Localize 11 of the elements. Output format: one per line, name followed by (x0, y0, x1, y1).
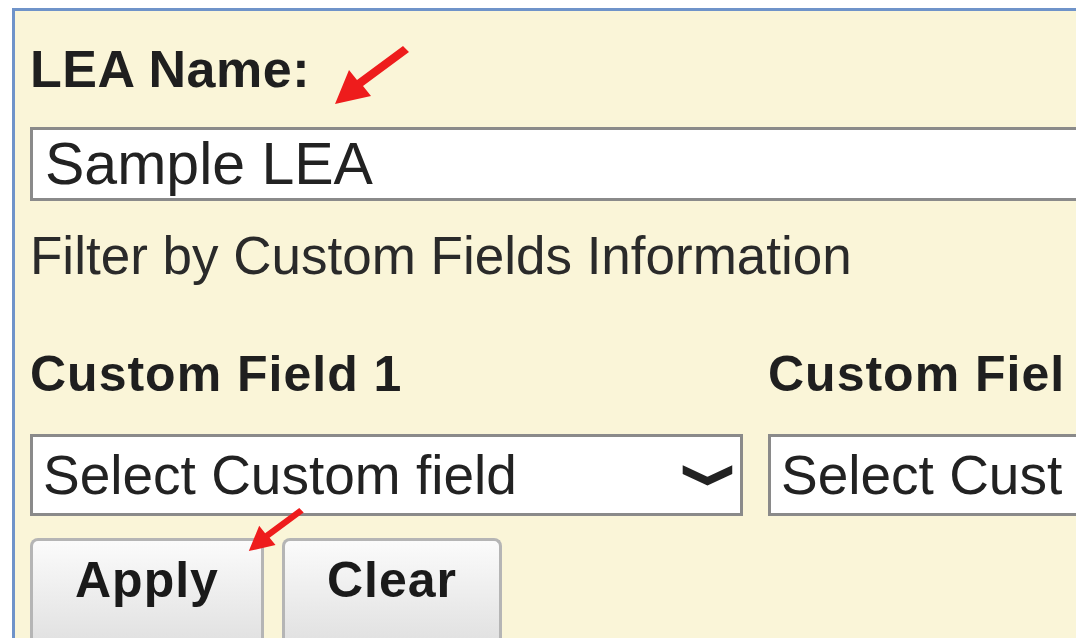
input-field[interactable]: Sample LEA (30, 127, 1076, 201)
section-heading: Filter by Custom Fields Information (30, 228, 853, 284)
dropdown[interactable]: Select Cust (768, 434, 1076, 516)
clear-button[interactable]: Clear (281, 538, 502, 638)
apply-button[interactable]: Apply (30, 538, 264, 638)
field-label: LEA Name: (30, 41, 310, 97)
dropdown[interactable]: Select Custom field ❯ (30, 434, 743, 516)
field-label: Custom Field 1 (30, 346, 403, 402)
arrow-icon (247, 508, 307, 554)
chevron-icon: ❯ (684, 461, 740, 489)
field-label: Custom Fiel (768, 346, 1066, 402)
